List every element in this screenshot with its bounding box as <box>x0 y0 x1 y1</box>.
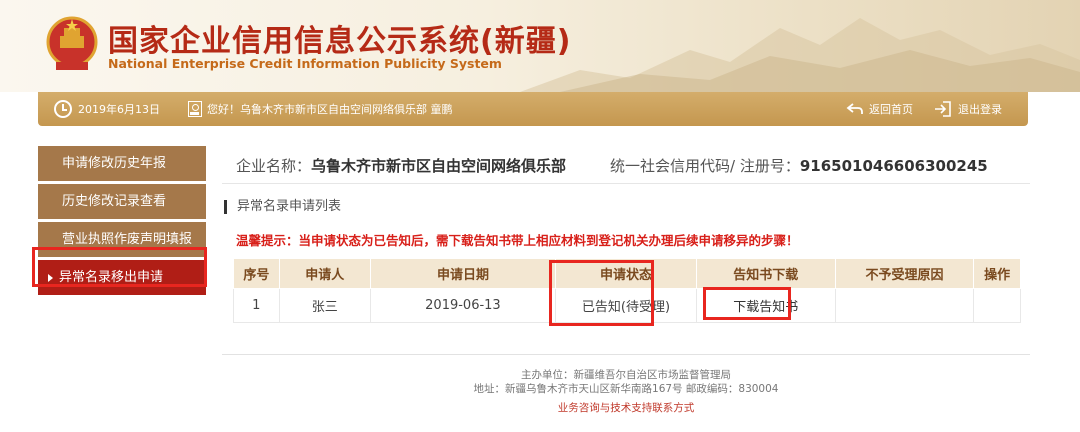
site-title: 国家企业信用信息公示系统(新疆) <box>108 16 571 60</box>
site-subtitle: National Enterprise Credit Information P… <box>108 56 502 71</box>
divider <box>222 183 1030 184</box>
highlight-box-sidebar <box>32 247 207 287</box>
company-name: 企业名称：乌鲁木齐市新市区自由空间网络俱乐部 <box>236 155 566 176</box>
column-header-date: 申请日期 <box>369 258 557 289</box>
footer-contact-link[interactable]: 业务咨询与技术支持联系方式 <box>222 401 1030 415</box>
footer-divider <box>222 354 1030 355</box>
footer-sponsor: 主办单位：新疆维吾尔自治区市场监督管理局 <box>521 369 731 381</box>
home-link[interactable]: 返回首页 <box>846 92 913 126</box>
national-emblem-icon <box>46 16 98 70</box>
site-title-main: 国家企业信用信息公示系统 <box>108 24 480 59</box>
column-header-index: 序号 <box>233 258 280 289</box>
home-link-label: 返回首页 <box>869 103 913 116</box>
company-name-value: 乌鲁木齐市新市区自由空间网络俱乐部 <box>311 157 567 175</box>
cell-action <box>973 288 1021 323</box>
logout-link[interactable]: 退出登录 <box>934 92 1002 126</box>
section-title: 异常名录申请列表 <box>224 200 341 214</box>
site-footer: 主办单位：新疆维吾尔自治区市场监督管理局 地址：新疆乌鲁木齐市天山区新华南路16… <box>222 368 1030 415</box>
date-text: 2019年6月13日 <box>78 103 160 116</box>
user-icon <box>188 101 202 117</box>
cell-index: 1 <box>233 288 280 323</box>
info-bar: 2019年6月13日 您好！乌鲁木齐市新市区自由空间网络俱乐部 童鹏 返回首页 … <box>38 92 1028 126</box>
company-code-label: 统一社会信用代码/ 注册号： <box>610 157 800 175</box>
mountain-background <box>520 18 1080 92</box>
logout-link-label: 退出登录 <box>958 103 1002 116</box>
site-header: 国家企业信用信息公示系统(新疆) National Enterprise Cre… <box>0 0 1080 92</box>
logout-icon <box>935 101 951 117</box>
clock-icon <box>54 100 72 118</box>
column-header-download: 告知书下载 <box>695 258 836 289</box>
return-arrow-icon <box>846 103 863 114</box>
column-header-reason: 不予受理原因 <box>834 258 975 289</box>
column-header-applicant: 申请人 <box>278 258 371 289</box>
cell-date: 2019-06-13 <box>369 288 557 323</box>
company-code-value: 916501046606300245 <box>799 157 988 175</box>
date-display: 2019年6月13日 <box>54 92 160 126</box>
warning-tip: 温馨提示：当申请状态为已告知后，需下载告知书带上相应材料到登记机关办理后续申请移… <box>236 233 799 248</box>
site-title-region: (新疆) <box>480 24 572 59</box>
company-name-label: 企业名称： <box>236 157 312 175</box>
sidebar-item-annual-report-edit[interactable]: 申请修改历史年报 <box>38 146 206 181</box>
company-code: 统一社会信用代码/ 注册号：916501046606300245 <box>610 155 988 176</box>
user-greeting: 您好！乌鲁木齐市新市区自由空间网络俱乐部 童鹏 <box>188 92 453 126</box>
sidebar-item-edit-history[interactable]: 历史修改记录查看 <box>38 184 206 219</box>
greeting-text: 您好！乌鲁木齐市新市区自由空间网络俱乐部 童鹏 <box>207 103 453 116</box>
column-header-action: 操作 <box>973 258 1021 289</box>
cell-reason <box>834 288 975 323</box>
footer-address: 地址：新疆乌鲁木齐市天山区新华南路167号 邮政编码：830004 <box>473 383 779 395</box>
cell-applicant: 张三 <box>278 288 371 323</box>
highlight-box-download <box>703 287 791 320</box>
highlight-box-status <box>549 260 654 326</box>
